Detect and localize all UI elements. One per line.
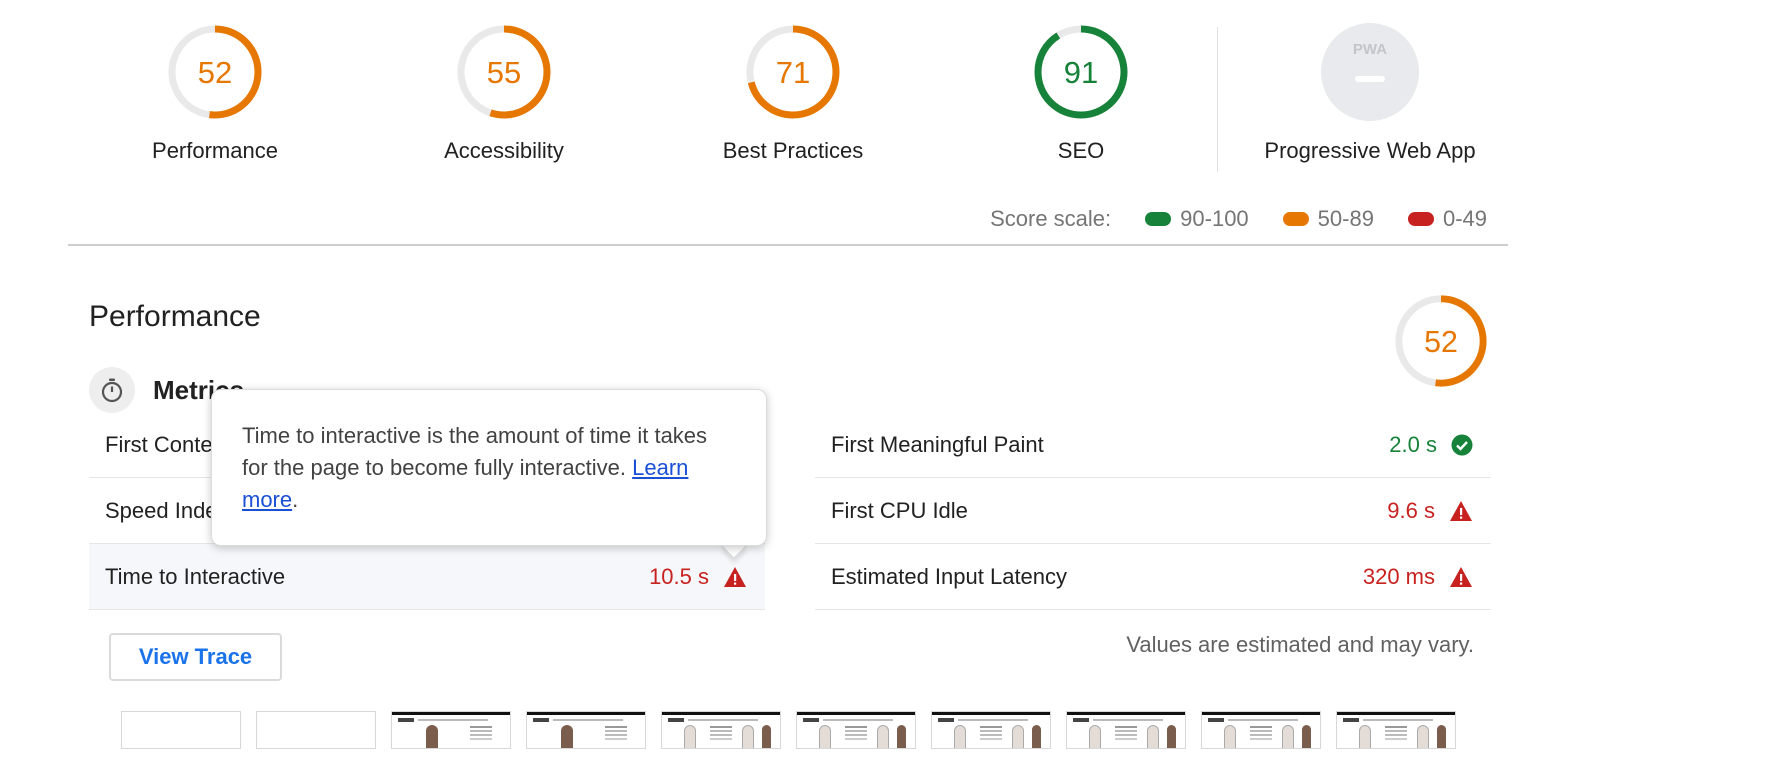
gauge-ring: 91 (1034, 25, 1128, 119)
view-trace-button[interactable]: View Trace (109, 633, 282, 681)
gauge-label: Performance (152, 138, 278, 163)
gauge-score: 71 (776, 55, 810, 90)
metric-label: Speed Index (105, 497, 229, 523)
gauge-label: Progressive Web App (1264, 138, 1476, 163)
metric-estimated-input-latency[interactable]: Estimated Input Latency 320 ms (815, 544, 1491, 610)
metric-value: 2.0 s (1389, 432, 1473, 458)
filmstrip-frame (931, 711, 1051, 749)
estimate-note: Values are estimated and may vary. (1126, 632, 1474, 657)
gauge-score: 55 (487, 55, 521, 90)
gauge-score: 52 (198, 55, 232, 90)
gauge-performance[interactable]: 52 Performance (80, 22, 350, 164)
pwa-badge-icon: PWA (1321, 23, 1419, 121)
gauge-ring: 71 (746, 25, 840, 119)
filmstrip (121, 711, 1471, 749)
tooltip-suffix: . (292, 487, 299, 512)
gauge-divider (1217, 27, 1218, 172)
filmstrip-frame (1336, 711, 1456, 749)
filmstrip-frame (121, 711, 241, 749)
filmstrip-frame (1201, 711, 1321, 749)
filmstrip-frame (391, 711, 511, 749)
gauge-ring: 52 (168, 25, 262, 119)
metric-value: 9.6 s (1387, 498, 1473, 524)
stopwatch-icon (89, 367, 135, 413)
fail-dot-icon (1407, 212, 1434, 226)
filmstrip-frame (661, 711, 781, 749)
average-dot-icon (1282, 212, 1309, 226)
gauge-label: Accessibility (444, 138, 564, 163)
metric-label: First Meaningful Paint (831, 431, 1044, 457)
score-scale-pass: 90-100 (1145, 206, 1249, 232)
score-scale-label: Score scale: (990, 206, 1112, 231)
metric-label: Estimated Input Latency (831, 563, 1068, 589)
metric-tooltip: Time to interactive is the amount of tim… (211, 389, 767, 546)
gauge-ring: 52 (1395, 295, 1487, 387)
warning-triangle-icon (1450, 566, 1472, 587)
score-scale-average: 50-89 (1282, 206, 1374, 232)
filmstrip-frame (526, 711, 646, 749)
gauge-ring: 55 (457, 25, 551, 119)
metric-time-to-interactive[interactable]: Time to Interactive 10.5 s (89, 544, 765, 610)
filmstrip-frame (1066, 711, 1186, 749)
pass-dot-icon (1145, 212, 1172, 226)
filmstrip-frame (256, 711, 376, 749)
warning-triangle-icon (724, 566, 746, 587)
metric-first-meaningful-paint[interactable]: First Meaningful Paint 2.0 s (815, 412, 1491, 478)
gauge-score: 52 (1424, 325, 1458, 359)
metric-value: 10.5 s (649, 564, 747, 590)
score-scale: Score scale: 90-100 50-89 0-49 (990, 206, 1487, 232)
metrics-column-right: First Meaningful Paint 2.0 s First CPU I… (815, 412, 1491, 610)
gauge-best-practices[interactable]: 71 Best Practices (658, 22, 928, 164)
gauge-accessibility[interactable]: 55 Accessibility (369, 22, 639, 164)
metric-first-cpu-idle[interactable]: First CPU Idle 9.6 s (815, 478, 1491, 544)
filmstrip-frame (796, 711, 916, 749)
section-title: Performance (89, 300, 261, 333)
metric-label: First CPU Idle (831, 497, 968, 523)
score-scale-fail: 0-49 (1407, 206, 1487, 232)
gauge-pwa[interactable]: PWA Progressive Web App (1235, 22, 1505, 164)
gauge-label: SEO (1057, 138, 1105, 163)
gauge-label: Best Practices (722, 138, 864, 163)
metric-value: 320 ms (1363, 564, 1473, 590)
check-circle-icon (1451, 434, 1473, 455)
pwa-badge-text: PWA (1353, 41, 1387, 58)
gauge-seo[interactable]: 91 SEO (946, 22, 1216, 164)
warning-triangle-icon (1450, 500, 1472, 521)
gauge-score: 91 (1064, 55, 1098, 90)
section-divider (68, 244, 1508, 246)
metric-label: Time to Interactive (105, 563, 286, 589)
performance-score-gauge: 52 (1392, 292, 1490, 395)
